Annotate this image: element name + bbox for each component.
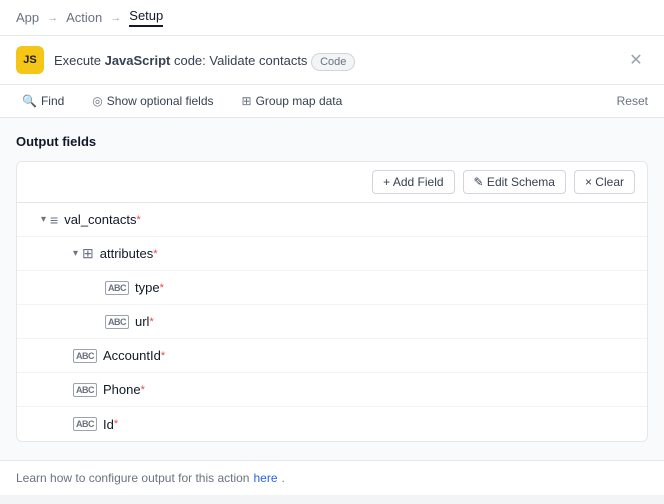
search-icon: 🔍 xyxy=(22,94,37,108)
footer: Learn how to configure output for this a… xyxy=(0,460,664,495)
header-keyword: JavaScript xyxy=(105,53,171,68)
find-button[interactable]: 🔍 Find xyxy=(16,91,70,111)
main-content: Output fields + Add Field ✎ Edit Schema … xyxy=(0,118,664,460)
abc-icon-id: ABC xyxy=(73,417,97,431)
field-row-type: ABC type * xyxy=(17,271,647,305)
header-action: Validate contacts xyxy=(209,53,307,68)
nav-setup[interactable]: Setup xyxy=(129,8,163,27)
field-name-attributes: attributes xyxy=(100,246,153,261)
required-star-type: * xyxy=(160,282,164,294)
group-map-button[interactable]: ⊞ Group map data xyxy=(236,91,349,111)
header-bar: JS Execute JavaScript code: Validate con… xyxy=(0,36,664,85)
grid-icon-attributes: ⊞ xyxy=(82,245,94,262)
chevron-val-contacts[interactable]: ▾ xyxy=(41,214,46,225)
abc-icon-accountid: ABC xyxy=(73,349,97,363)
footer-suffix: . xyxy=(282,471,285,485)
abc-icon-phone: ABC xyxy=(73,383,97,397)
js-badge: JS xyxy=(16,46,44,74)
header-prefix: Execute xyxy=(54,53,105,68)
field-row-url: ABC url * xyxy=(17,305,647,339)
required-star-accountid: * xyxy=(161,350,165,362)
toolbar: 🔍 Find ◎ Show optional fields ⊞ Group ma… xyxy=(0,85,664,118)
required-star-val-contacts: * xyxy=(136,214,140,226)
field-row-attributes: ▾ ⊞ attributes * xyxy=(17,237,647,271)
edit-schema-button[interactable]: ✎ Edit Schema xyxy=(463,170,566,194)
field-name-type: type xyxy=(135,280,160,295)
group-map-label: Group map data xyxy=(256,94,343,108)
header-title: Execute JavaScript code: Validate contac… xyxy=(54,53,614,68)
show-optional-button[interactable]: ◎ Show optional fields xyxy=(86,91,219,111)
section-title: Output fields xyxy=(16,134,648,149)
required-star-phone: * xyxy=(141,384,145,396)
nav-app[interactable]: App xyxy=(16,10,39,25)
fields-toolbar: + Add Field ✎ Edit Schema × Clear xyxy=(17,162,647,203)
field-row-id: ABC Id * xyxy=(17,407,647,441)
footer-link[interactable]: here xyxy=(253,471,277,485)
field-row-phone: ABC Phone * xyxy=(17,373,647,407)
required-star-url: * xyxy=(149,316,153,328)
fields-container: + Add Field ✎ Edit Schema × Clear ▾ ≡ va… xyxy=(16,161,648,442)
abc-icon-type: ABC xyxy=(105,281,129,295)
field-name-id: Id xyxy=(103,417,114,432)
required-star-attributes: * xyxy=(153,248,157,260)
field-name-accountid: AccountId xyxy=(103,348,161,363)
field-row-val-contacts: ▾ ≡ val_contacts * xyxy=(17,203,647,237)
reset-button[interactable]: Reset xyxy=(617,94,648,108)
footer-text: Learn how to configure output for this a… xyxy=(16,471,249,485)
nav-arrow-1: → xyxy=(47,12,58,24)
code-badge: Code xyxy=(311,53,355,71)
top-navigation: App → Action → Setup xyxy=(0,0,664,36)
chevron-attributes[interactable]: ▾ xyxy=(73,248,78,259)
list-icon-val-contacts: ≡ xyxy=(50,212,58,228)
eye-icon: ◎ xyxy=(92,94,102,108)
find-label: Find xyxy=(41,94,64,108)
field-row-accountid: ABC AccountId * xyxy=(17,339,647,373)
show-optional-label: Show optional fields xyxy=(107,94,214,108)
clear-button[interactable]: × Clear xyxy=(574,170,635,194)
add-field-button[interactable]: + Add Field xyxy=(372,170,454,194)
field-name-phone: Phone xyxy=(103,382,141,397)
close-button[interactable]: ✕ xyxy=(624,48,648,72)
field-name-val-contacts: val_contacts xyxy=(64,212,136,227)
abc-icon-url: ABC xyxy=(105,315,129,329)
header-middle: code: xyxy=(170,53,209,68)
required-star-id: * xyxy=(114,418,118,430)
nav-action[interactable]: Action xyxy=(66,10,102,25)
nav-arrow-2: → xyxy=(110,12,121,24)
grid-map-icon: ⊞ xyxy=(242,94,252,108)
field-name-url: url xyxy=(135,314,149,329)
